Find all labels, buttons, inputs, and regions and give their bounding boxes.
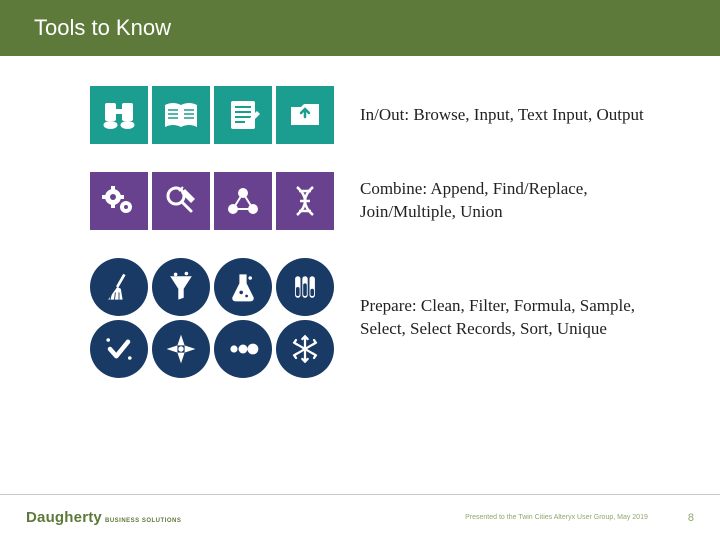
icon-group-prepare <box>90 258 334 378</box>
desc-in-out: In/Out: Browse, Input, Text Input, Outpu… <box>360 104 644 127</box>
molecule-icon <box>214 172 272 230</box>
footer: DaughertyBUSINESS SOLUTIONS Presented to… <box>0 494 720 540</box>
binoculars-icon <box>90 86 148 144</box>
icon-group-in-out <box>90 86 334 144</box>
row-prepare: Prepare: Clean, Filter, Formula, Sample,… <box>90 258 680 378</box>
header-bar: Tools to Know <box>0 0 720 56</box>
row-combine: Combine: Append, Find/Replace, Join/Mult… <box>90 172 680 230</box>
footer-note: Presented to the Twin Cities Alteryx Use… <box>465 514 648 521</box>
icon-group-combine <box>90 172 334 230</box>
pencil-search-icon <box>152 172 210 230</box>
tubes-icon <box>276 258 334 316</box>
page-number: 8 <box>688 512 694 524</box>
folder-out-icon <box>276 86 334 144</box>
funnel-icon <box>152 258 210 316</box>
snowflake-icon <box>276 320 334 378</box>
book-open-icon <box>152 86 210 144</box>
desc-prepare: Prepare: Clean, Filter, Formula, Sample,… <box>360 295 680 341</box>
check-select-icon <box>90 320 148 378</box>
form-icon <box>214 86 272 144</box>
footer-brand: DaughertyBUSINESS SOLUTIONS <box>26 509 181 526</box>
flask-icon <box>214 258 272 316</box>
brand-name: Daugherty <box>26 509 102 526</box>
desc-combine: Combine: Append, Find/Replace, Join/Mult… <box>360 178 680 224</box>
crosshair-icon <box>152 320 210 378</box>
broom-icon <box>90 258 148 316</box>
content-area: In/Out: Browse, Input, Text Input, Outpu… <box>0 56 720 378</box>
page-title: Tools to Know <box>34 15 171 41</box>
row-in-out: In/Out: Browse, Input, Text Input, Outpu… <box>90 86 680 144</box>
gears-icon <box>90 172 148 230</box>
brand-sub: BUSINESS SOLUTIONS <box>105 518 181 524</box>
dots-sort-icon <box>214 320 272 378</box>
dna-icon <box>276 172 334 230</box>
